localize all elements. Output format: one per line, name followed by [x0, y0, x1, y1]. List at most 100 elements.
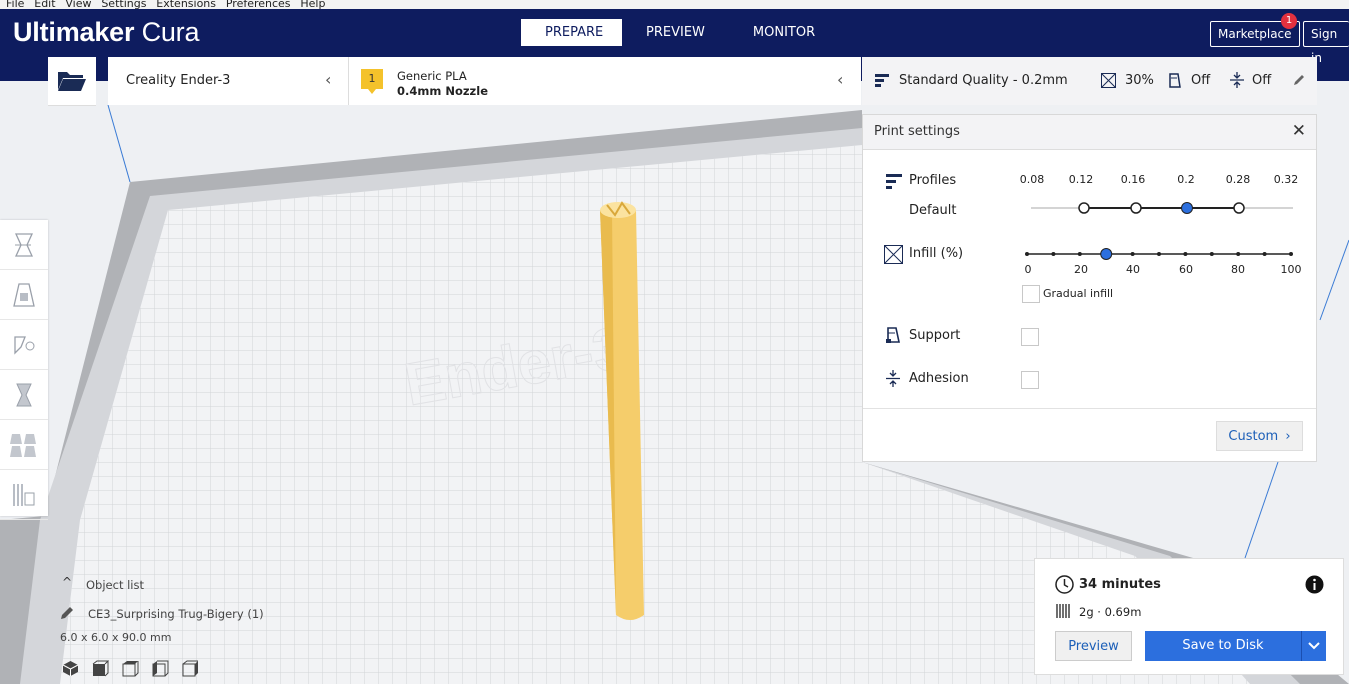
- menu-settings[interactable]: Settings: [101, 0, 146, 9]
- menu-view[interactable]: View: [65, 0, 91, 9]
- print-settings-panel: Print settings ✕ Profiles Default 0.08 0…: [862, 114, 1317, 462]
- infill-tick: 0: [1024, 263, 1032, 276]
- app-logo: Ultimaker Cura: [13, 17, 199, 48]
- chevron-left-icon: ‹: [325, 70, 332, 89]
- chevron-right-icon: ›: [1285, 429, 1291, 444]
- close-icon[interactable]: ✕: [1292, 121, 1306, 141]
- tab-prepare[interactable]: PREPARE: [521, 19, 622, 46]
- infill-step-dot: [1025, 252, 1029, 256]
- save-to-disk-button[interactable]: Save to Disk: [1145, 631, 1301, 661]
- infill-step-dot: [1051, 252, 1056, 256]
- quality-profile-label: Standard Quality - 0.2mm: [899, 73, 1068, 88]
- front-view-icon[interactable]: [92, 660, 109, 677]
- extruder-badge: 1: [361, 69, 383, 94]
- stage-tabs: PREPARE PREVIEW MONITOR: [521, 19, 839, 46]
- adhesion-label: Adhesion: [909, 371, 969, 386]
- infill-slider-handle: [1100, 248, 1113, 260]
- info-icon[interactable]: [1305, 575, 1324, 594]
- print-job-panel: 34 minutes 2g · 0.69m Preview Save to Di…: [1034, 558, 1344, 675]
- gradual-infill-checkbox[interactable]: [1022, 285, 1040, 303]
- infill-step-dot: [1209, 252, 1214, 256]
- panel-title: Print settings: [874, 124, 960, 139]
- support-icon: [1169, 73, 1181, 88]
- view-orientation-buttons: [62, 660, 199, 677]
- left-view-icon[interactable]: [152, 660, 169, 677]
- layer-height-tick: 0.16: [1120, 173, 1146, 186]
- clock-icon: [1055, 575, 1074, 594]
- layer-height-slider[interactable]: [1023, 199, 1298, 217]
- rotate-icon: [14, 335, 35, 355]
- infill-tick: 20: [1074, 263, 1088, 276]
- profile-default-label: Default: [909, 203, 957, 218]
- spool-icon: [1056, 604, 1070, 618]
- marketplace-badge: 1: [1281, 13, 1297, 29]
- scale-icon: [13, 282, 35, 307]
- logo-brand: Ultimaker: [13, 17, 135, 47]
- mirror-tool[interactable]: [0, 370, 48, 420]
- chevron-down-icon: [1308, 642, 1320, 650]
- left-toolbar: [0, 220, 48, 520]
- support-value: Off: [1191, 73, 1211, 88]
- panel-header: Print settings ✕: [863, 115, 1316, 150]
- adhesion-value: Off: [1252, 73, 1272, 88]
- rotate-tool[interactable]: [0, 320, 48, 370]
- logo-product: Cura: [134, 17, 200, 47]
- material-usage: 2g · 0.69m: [1079, 605, 1142, 619]
- printer-name: Creality Ender-3: [126, 73, 231, 88]
- layer-height-tick: 0.28: [1225, 173, 1251, 186]
- top-view-icon[interactable]: [122, 660, 139, 677]
- infill-tick: 80: [1231, 263, 1245, 276]
- infill-step-dot: [1262, 252, 1267, 256]
- scale-tool[interactable]: [0, 270, 48, 320]
- support-blocker-icon: [13, 483, 35, 506]
- layer-height-tick: 0.32: [1273, 173, 1299, 186]
- move-tool[interactable]: [0, 220, 48, 270]
- menu-preferences[interactable]: Preferences: [226, 0, 291, 9]
- custom-button[interactable]: Custom ›: [1216, 421, 1303, 451]
- 3d-view-icon[interactable]: [62, 660, 79, 677]
- right-view-icon[interactable]: [182, 660, 199, 677]
- object-name[interactable]: CE3_Surprising Trug-Bigery (1): [88, 607, 264, 621]
- tab-preview[interactable]: PREVIEW: [622, 19, 729, 46]
- support-checkbox[interactable]: [1021, 328, 1039, 346]
- material-selector[interactable]: 1 Generic PLA 0.4mm Nozzle ‹: [349, 57, 861, 105]
- layer-height-tick: 0.2: [1177, 173, 1195, 186]
- menu-extensions[interactable]: Extensions: [156, 0, 216, 9]
- folder-open-icon: [58, 72, 86, 91]
- support-icon: [886, 327, 900, 343]
- print-time: 34 minutes: [1079, 577, 1161, 592]
- chevron-up-icon: ^: [62, 575, 73, 589]
- infill-step-dot: [1130, 252, 1135, 256]
- preview-button[interactable]: Preview: [1055, 631, 1132, 661]
- per-model-settings-icon: [10, 433, 36, 457]
- menu-file[interactable]: File: [6, 0, 24, 9]
- move-icon: [14, 232, 34, 257]
- output-device-dropdown[interactable]: [1301, 631, 1326, 661]
- support-blocker-tool[interactable]: [0, 470, 48, 520]
- chevron-left-icon: ‹: [837, 70, 844, 89]
- infill-value: 30%: [1125, 73, 1154, 88]
- tab-monitor[interactable]: MONITOR: [729, 19, 839, 46]
- pencil-icon: [61, 607, 73, 619]
- adhesion-checkbox[interactable]: [1021, 371, 1039, 389]
- sign-in-button[interactable]: Sign in: [1303, 21, 1349, 65]
- infill-slider[interactable]: [1023, 246, 1298, 262]
- open-file-button[interactable]: [48, 57, 96, 106]
- divider: [863, 408, 1316, 409]
- infill-tick: 100: [1280, 263, 1302, 276]
- print-setup-selector[interactable]: Standard Quality - 0.2mm 30% Off Off: [862, 57, 1317, 105]
- adhesion-icon: [1230, 72, 1244, 88]
- profiles-icon: [886, 174, 902, 189]
- per-model-settings-tool[interactable]: [0, 420, 48, 470]
- menu-help[interactable]: Help: [300, 0, 325, 9]
- layer-height-tick: 0.12: [1068, 173, 1094, 186]
- edit-pencil-icon[interactable]: [1293, 74, 1305, 86]
- profiles-label: Profiles: [909, 173, 957, 188]
- support-label: Support: [909, 328, 961, 343]
- printer-selector[interactable]: Creality Ender-3 ‹: [108, 57, 349, 105]
- nozzle-size: 0.4mm Nozzle: [397, 84, 488, 98]
- menu-edit[interactable]: Edit: [34, 0, 55, 9]
- infill-step-dot: [1289, 252, 1293, 256]
- menu-bar: File Edit View Settings Extensions Prefe…: [0, 0, 1349, 9]
- infill-icon: [1101, 73, 1116, 88]
